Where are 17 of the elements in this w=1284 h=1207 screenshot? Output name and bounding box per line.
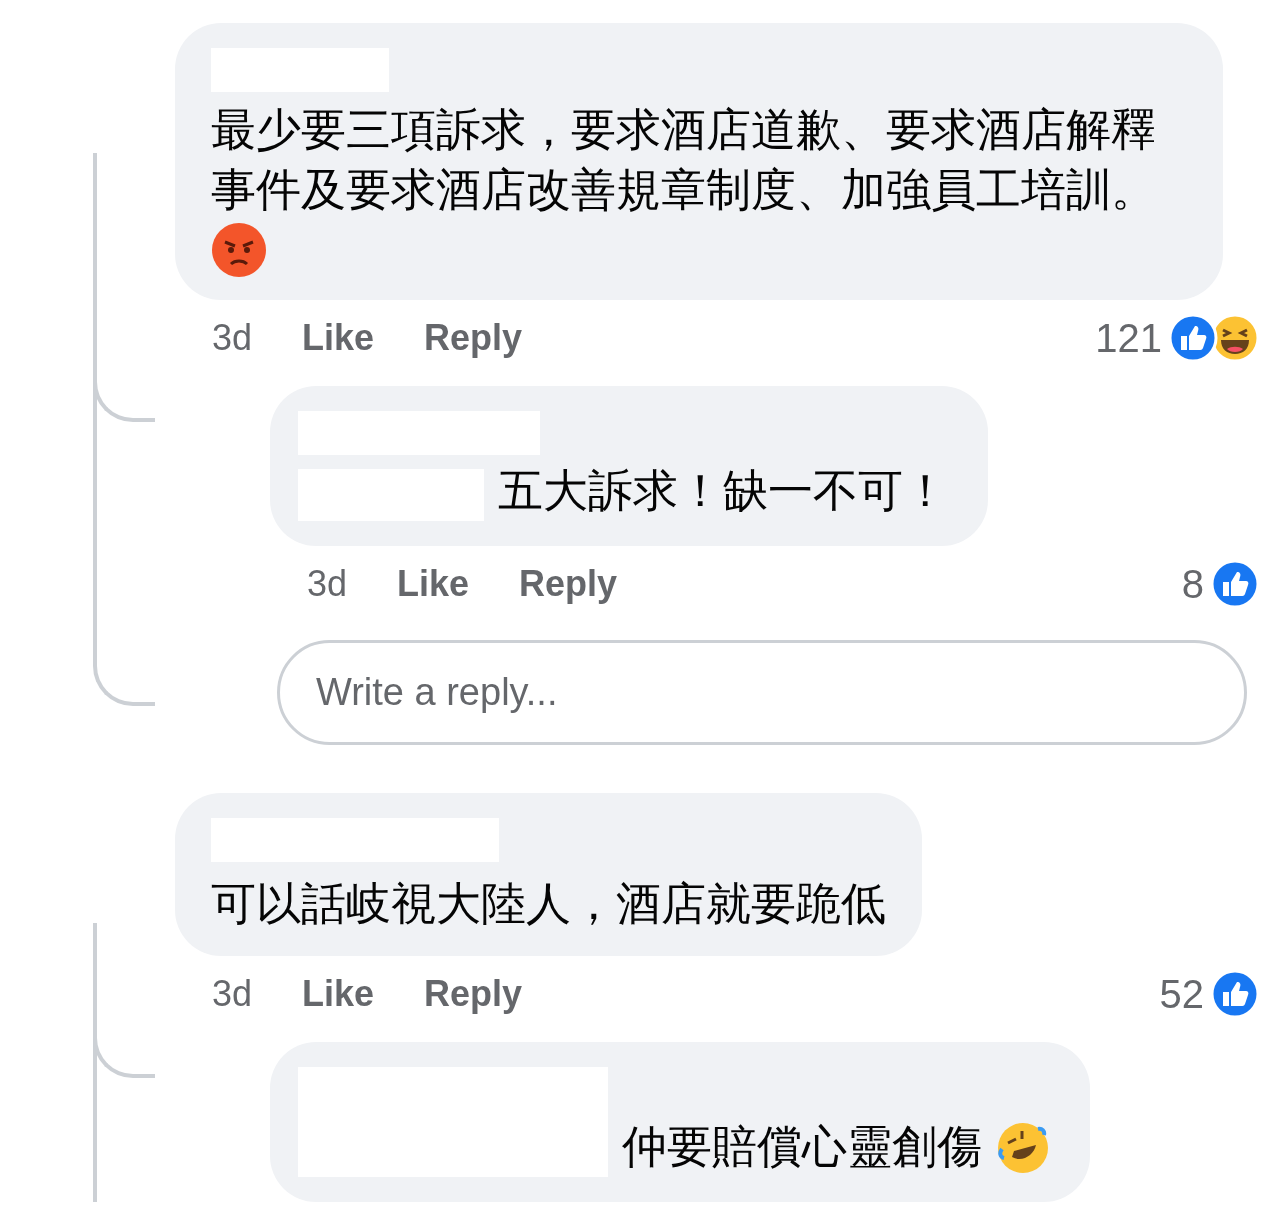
like-link[interactable]: Like <box>302 317 375 359</box>
comment-time: 3d <box>212 973 253 1015</box>
like-link[interactable]: Like <box>302 973 375 1015</box>
comment-text: 可以話岐視大陸人，酒店就要跪低 <box>211 877 886 931</box>
reply-link[interactable]: Reply <box>519 563 618 605</box>
reply-link[interactable]: Reply <box>424 317 523 359</box>
reaction-count: 8 <box>1181 561 1204 607</box>
comment-time: 3d <box>307 563 348 605</box>
comment-time: 3d <box>212 317 253 359</box>
reply-text: 仲要賠償心靈創傷 <box>622 1120 982 1174</box>
reply-text: 五大訴求！缺一不可！ <box>498 464 948 518</box>
reply-input-field[interactable]: Write a reply... <box>277 640 1247 745</box>
reaction-count: 52 <box>1159 971 1204 1017</box>
reaction-count: 121 <box>1095 315 1162 361</box>
like-link[interactable]: Like <box>397 563 470 605</box>
reply-link[interactable]: Reply <box>424 973 523 1015</box>
comment-text: 最少要三項訴求，要求酒店道歉、要求酒店解釋事件及要求酒店改善規章制度、加強員工培訓。 <box>211 103 1157 217</box>
